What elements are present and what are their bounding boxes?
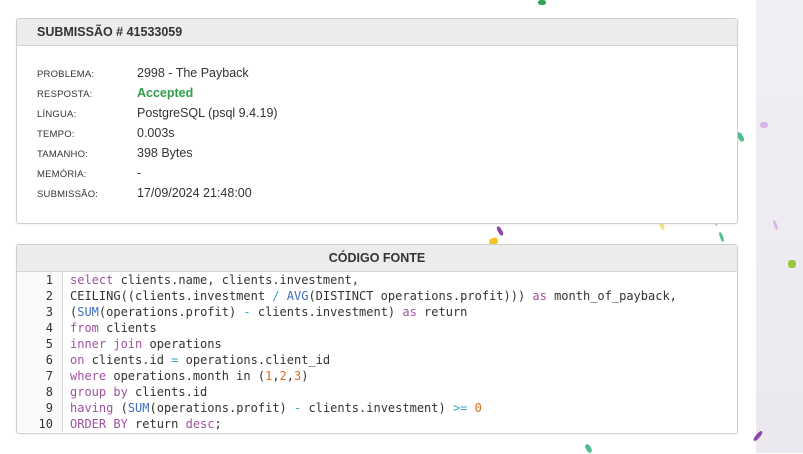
confetti-piece [718, 231, 725, 243]
plain-token: clients.investment) [301, 401, 453, 415]
code-text: having (SUM(operations.profit) - clients… [70, 400, 482, 416]
keyword-token: as [532, 289, 547, 303]
keyword-token: inner join [70, 337, 143, 351]
code-text: CEILING((clients.investment / AVG(DISTIN… [70, 288, 677, 304]
plain-token: (operations.profit) [149, 401, 294, 415]
plain-token: (DISTINCT operations.profit))) [308, 289, 533, 303]
info-label: TAMANHO: [37, 149, 89, 160]
keyword-token: having [70, 401, 114, 415]
line-number: 10 [38, 417, 53, 431]
line-number: 6 [45, 353, 53, 367]
plain-token: return [416, 305, 468, 319]
code-text: (SUM(operations.profit) - clients.invest… [70, 304, 467, 320]
keyword-token: on [70, 353, 85, 367]
source-code-title: CÓDIGO FONTE [17, 245, 737, 272]
operator-token: / [272, 289, 280, 303]
plain-token: (operations.profit) [98, 305, 244, 319]
code-text: on clients.id = operations.client_id [70, 352, 330, 368]
number-token: 0 [467, 401, 482, 415]
keyword-token: select [70, 273, 114, 287]
keyword-token: ORDER BY [70, 417, 128, 431]
confetti-piece [760, 122, 768, 128]
operator-token: - [243, 305, 251, 319]
code-text: ORDER BY return desc; [70, 416, 222, 432]
confetti-piece [584, 443, 593, 454]
source-code-panel: CÓDIGO FONTE 1 select clients.name, clien… [16, 244, 738, 434]
submission-title: SUBMISSÃO # 41533059 [17, 19, 737, 46]
plain-token: clients.name, clients.investment, [113, 273, 359, 287]
line-number: 3 [45, 305, 53, 319]
keyword-token: desc [185, 417, 215, 431]
submission-panel: SUBMISSÃO # 41533059 PROBLEMA: 2998 - Th… [16, 18, 738, 224]
info-label: LÍNGUA: [37, 109, 77, 120]
response-status-value: Accepted [137, 86, 194, 100]
plain-token: CEILING((clients.investment [70, 289, 273, 303]
function-token: SUM [77, 305, 99, 319]
page-side-background [756, 0, 803, 453]
line-number: 7 [45, 369, 53, 383]
plain-token: operations [142, 337, 222, 351]
line-number: 5 [45, 337, 53, 351]
code-text: inner join operations [70, 336, 222, 352]
code-viewer[interactable]: 1 select clients.name, clients.investment… [17, 272, 737, 432]
plain-token: clients.investment) [250, 305, 403, 319]
confetti-piece [538, 0, 546, 5]
problem-value: 2998 - The Payback [137, 66, 249, 80]
plain-token: clients [98, 321, 157, 335]
code-text: select clients.name, clients.investment, [70, 272, 359, 288]
plain-token: ; [214, 417, 222, 431]
line-number: 1 [45, 273, 53, 287]
submission-date-value: 17/09/2024 21:48:00 [137, 186, 252, 200]
plain-token: ) [301, 369, 309, 383]
info-label: RESPOSTA: [37, 89, 93, 100]
info-label: TEMPO: [37, 129, 75, 140]
info-label: SUBMISSÃO: [37, 189, 99, 200]
keyword-token: where [70, 369, 107, 383]
code-text: group by clients.id [70, 384, 207, 400]
confetti-piece [495, 225, 505, 237]
plain-token: month_of_payback, [546, 289, 677, 303]
plain-token: , [286, 369, 295, 383]
function-token: SUM [127, 401, 150, 415]
plain-token: ( [113, 401, 128, 415]
keyword-token: as [402, 305, 417, 319]
line-number: 4 [45, 321, 53, 335]
keyword-token: group by [70, 385, 128, 399]
code-text: from clients [70, 320, 157, 336]
language-value: PostgreSQL (psql 9.4.19) [137, 106, 278, 120]
operator-token: >= [452, 401, 468, 415]
time-value: 0.003s [137, 126, 175, 140]
confetti-piece [788, 260, 796, 268]
code-text: where operations.month in (1,2,3) [70, 368, 308, 384]
plain-token: return [127, 417, 186, 431]
plain-token: operations.month in ( [106, 369, 266, 383]
plain-token: operations.client_id [178, 353, 331, 367]
plain-token: , [272, 369, 280, 383]
memory-value: - [137, 166, 142, 180]
size-value: 398 Bytes [137, 146, 193, 160]
info-label: PROBLEMA: [37, 69, 95, 80]
plain-token: clients.id [127, 385, 208, 399]
info-label: MEMÓRIA: [37, 169, 87, 180]
line-number: 9 [45, 401, 53, 415]
keyword-token: from [70, 321, 99, 335]
line-number: 8 [45, 385, 53, 399]
plain-token: clients.id [84, 353, 172, 367]
function-token: AVG [279, 289, 309, 303]
line-number: 2 [45, 289, 53, 303]
number-token: 2 [279, 369, 287, 383]
